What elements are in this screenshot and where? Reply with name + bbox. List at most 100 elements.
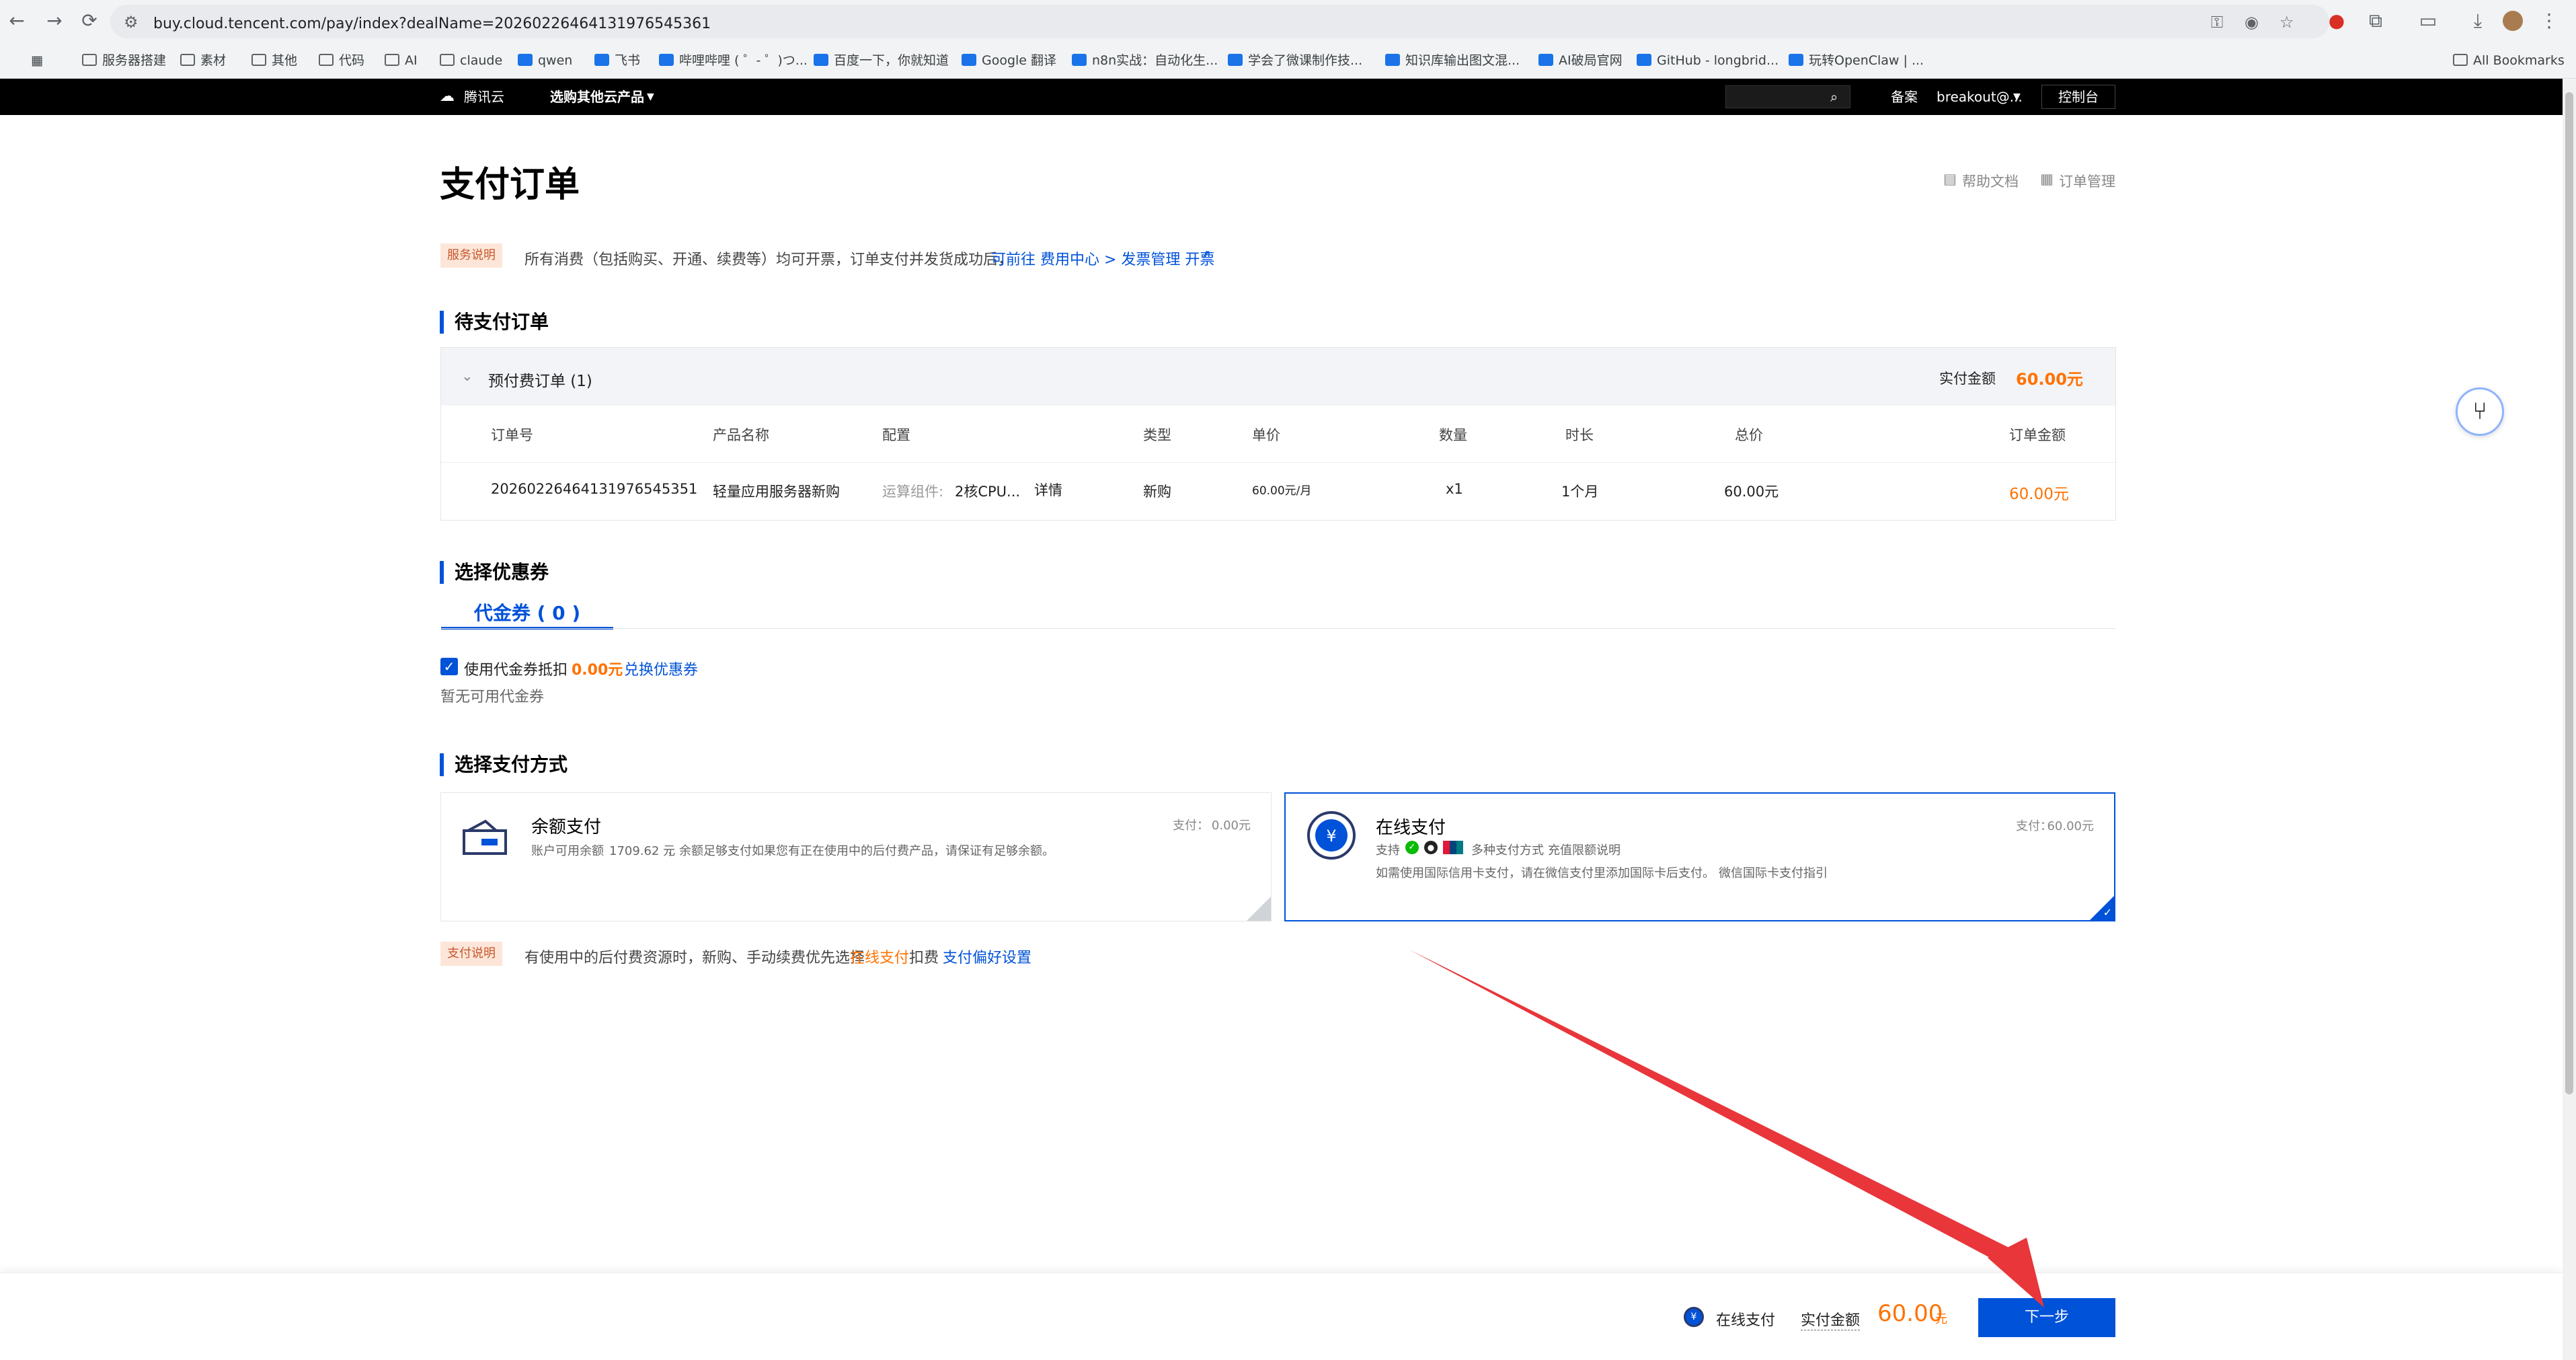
- config-label: 运算组件:: [882, 484, 944, 500]
- menu-icon[interactable]: ⋮: [2536, 8, 2562, 34]
- download-icon[interactable]: ⤓: [2465, 8, 2491, 34]
- bookmark-label: GitHub - longbrid...: [1657, 53, 1779, 68]
- console-button[interactable]: 控制台: [2041, 85, 2115, 109]
- site-logo[interactable]: 腾讯云: [464, 88, 504, 106]
- bookmark-item[interactable]: AI破局官网: [1538, 51, 1623, 70]
- address-bar[interactable]: ⚙ buy.cloud.tencent.com/pay/index?dealNa…: [110, 5, 2329, 38]
- forward-icon[interactable]: →: [42, 8, 67, 34]
- exchange-coupon-link[interactable]: 兑换优惠券: [624, 658, 698, 679]
- folder-icon: [2453, 54, 2468, 66]
- search-icon[interactable]: ⌕: [1830, 88, 1838, 106]
- svg-text:¥: ¥: [1326, 827, 1336, 845]
- check-icon: ✓: [2103, 906, 2112, 919]
- online-pay-card[interactable]: ¥ 在线支付 支持 ✓ ● 多种支付方式 充值限额说明 如需使用国际信用卡支付，…: [1284, 792, 2115, 921]
- bookmark-label: 玩转OpenClaw | ...: [1809, 53, 1924, 68]
- bookmark-label: 服务器搭建: [102, 53, 167, 68]
- eye-off-icon[interactable]: ◉: [2245, 13, 2259, 32]
- site-favicon-icon: [1538, 54, 1553, 66]
- star-icon[interactable]: ☆: [2279, 13, 2294, 32]
- next-step-button[interactable]: 下一步: [1978, 1298, 2115, 1337]
- site-favicon-icon: [594, 54, 609, 66]
- chevron-down-icon[interactable]: ⌄: [461, 368, 473, 384]
- order-group-header[interactable]: ⌄ 预付费订单 (1) 实付金额 60.00元: [441, 348, 2115, 406]
- bookmark-item[interactable]: Google 翻译: [962, 51, 1056, 70]
- column-header: 数量: [1439, 427, 1467, 443]
- account-menu[interactable]: breakout@...: [1937, 88, 2023, 106]
- yuan-icon: ¥: [1307, 811, 1356, 860]
- column-header: 配置: [882, 427, 910, 443]
- bookmark-item[interactable]: 其他: [251, 51, 297, 70]
- bookmark-item[interactable]: 飞书: [594, 51, 640, 70]
- bookmark-item[interactable]: 服务器搭建: [82, 51, 166, 70]
- bookmark-item[interactable]: 知识库输出图文混...: [1385, 51, 1520, 70]
- bookmark-item[interactable]: 代码: [319, 51, 364, 70]
- extensions-puzzle-icon[interactable]: ⧉: [2363, 8, 2388, 34]
- site-favicon-icon: [518, 54, 533, 66]
- external-link-icon[interactable]: ↗: [1201, 248, 1211, 262]
- tab-voucher[interactable]: 代金券 ( 0 ): [441, 597, 613, 630]
- site-info-icon[interactable]: ⚙: [124, 13, 139, 32]
- limit-link[interactable]: 充值限额说明: [1548, 841, 1621, 858]
- apps-grid-icon[interactable]: ▦: [31, 51, 43, 70]
- bookmark-item[interactable]: 哔哩哔哩 ( ゜- ゜)つ...: [659, 51, 808, 70]
- tab-search-icon[interactable]: ▭: [2415, 8, 2441, 34]
- back-icon[interactable]: ←: [4, 8, 30, 34]
- bookmark-label: 学会了微课制作技...: [1248, 53, 1363, 68]
- invoice-link[interactable]: 可前往 费用中心 > 发票管理 开票: [991, 248, 1214, 269]
- bookmark-item[interactable]: 素材: [180, 51, 226, 70]
- bookmark-item[interactable]: GitHub - longbrid...: [1637, 51, 1779, 70]
- cloud-logo-icon[interactable]: ☁: [440, 88, 455, 106]
- column-header: 订单号: [491, 427, 533, 443]
- service-text: 所有消费（包括购买、开通、续费等）均可开票，订单支付并发货成功后，: [524, 252, 1013, 268]
- use-voucher-label: 使用代金券抵扣: [464, 662, 568, 679]
- browser-chrome: ← → ⟳ ⚙ buy.cloud.tencent.com/pay/index?…: [0, 0, 2576, 79]
- total-price: 60.00元: [1724, 484, 1779, 500]
- password-key-icon[interactable]: ⚿: [2211, 13, 2223, 32]
- extension-icon[interactable]: ●: [2324, 8, 2349, 34]
- bookmark-item[interactable]: 百度一下，你就知道: [814, 51, 949, 70]
- online-support-label: 支持: [1376, 843, 1400, 858]
- profile-avatar[interactable]: [2503, 11, 2523, 31]
- pending-section-title: 待支付订单: [440, 311, 549, 334]
- folder-icon: [82, 54, 97, 66]
- order-amount: 60.00元: [2009, 486, 2069, 503]
- page-scrollbar[interactable]: [2563, 79, 2576, 1360]
- pay-preference-link[interactable]: 支付偏好设置: [943, 946, 1031, 967]
- bottom-method: 在线支付: [1716, 1312, 1776, 1329]
- bookmark-item[interactable]: claude: [440, 51, 502, 70]
- balance-pay-card[interactable]: 余额支付 账户可用余额 1709.62 元 ，余额足够支付如果您有正在使用中的后…: [440, 792, 1272, 921]
- scrollbar-thumb[interactable]: [2565, 92, 2573, 1094]
- bottom-amount: 60.00: [1877, 1300, 1943, 1327]
- checkout-bar: ¥ 在线支付 实付金额 60.00 元 下一步: [0, 1273, 2563, 1360]
- product-menu[interactable]: 选购其他云产品: [550, 88, 644, 106]
- grid-icon: ▦: [2040, 171, 2054, 187]
- browser-nav-row: ← → ⟳ ⚙ buy.cloud.tencent.com/pay/index?…: [0, 0, 2576, 42]
- bookmark-item[interactable]: AI: [385, 51, 418, 70]
- order-table: ⌄ 预付费订单 (1) 实付金额 60.00元 订单号 产品名称 配置 类型 单…: [440, 347, 2116, 521]
- column-header: 时长: [1565, 427, 1594, 443]
- reload-icon[interactable]: ⟳: [77, 8, 102, 34]
- bookmark-item[interactable]: qwen: [518, 51, 572, 70]
- folder-icon: [385, 54, 399, 66]
- site-favicon-icon: [1385, 54, 1400, 66]
- column-header: 订单金额: [2009, 427, 2066, 443]
- use-voucher-checkbox[interactable]: ✓: [440, 658, 458, 675]
- order-mgmt-link[interactable]: 订单管理: [2059, 171, 2115, 191]
- help-doc-link[interactable]: 帮助文档: [1962, 171, 2019, 191]
- bookmark-item[interactable]: 玩转OpenClaw | ...: [1789, 51, 1924, 70]
- detail-link[interactable]: 详情: [1034, 480, 1062, 500]
- record-link[interactable]: 备案: [1891, 88, 1918, 106]
- online-pay-amount: 60.00元: [2047, 819, 2094, 833]
- doc-icon: ▤: [1943, 171, 1957, 187]
- assistant-widget-icon[interactable]: ⑂: [2456, 387, 2504, 436]
- url-text[interactable]: buy.cloud.tencent.com/pay/index?dealName…: [153, 15, 711, 32]
- intl-card-link[interactable]: 微信国际卡支付指引: [1719, 864, 1828, 881]
- all-bookmarks[interactable]: All Bookmarks: [2453, 51, 2565, 70]
- annotation-arrow: [1409, 950, 2044, 1308]
- no-voucher-text: 暂无可用代金券: [440, 689, 545, 706]
- bookmark-item[interactable]: 学会了微课制作技...: [1228, 51, 1362, 70]
- chevron-down-icon: ▼: [647, 91, 654, 102]
- folder-icon: [319, 54, 334, 66]
- bookmark-item[interactable]: n8n实战：自动化生...: [1072, 51, 1218, 70]
- yuan-icon: ¥: [1684, 1307, 1704, 1327]
